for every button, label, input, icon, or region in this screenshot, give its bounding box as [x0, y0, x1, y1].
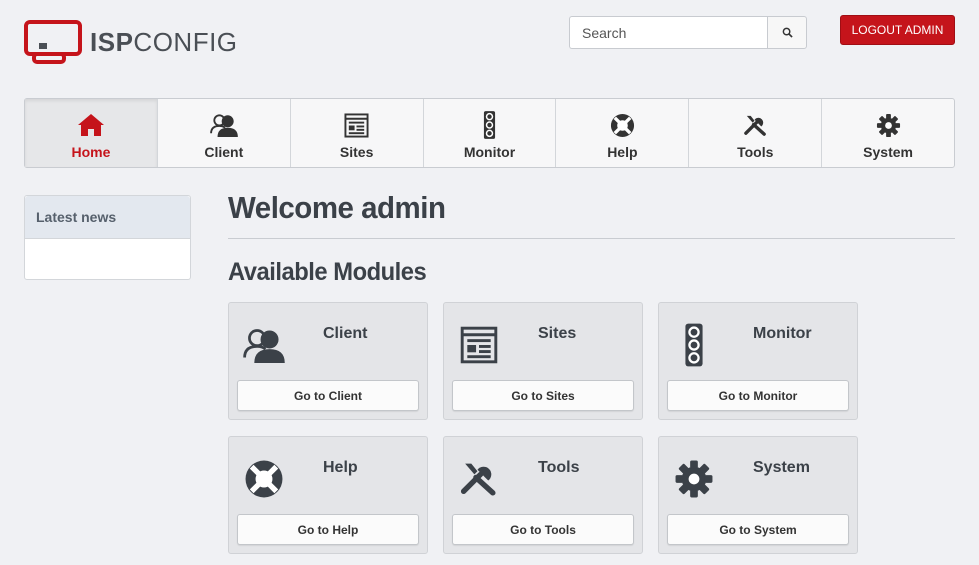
users-icon — [210, 110, 238, 140]
search-button[interactable] — [767, 16, 807, 49]
sidebar-item-latest-news[interactable]: Latest news — [25, 196, 190, 239]
go-to-system-button[interactable]: Go to System — [667, 514, 849, 545]
browser-window-icon — [454, 321, 504, 369]
gear-icon — [669, 455, 719, 503]
traffic-light-icon — [669, 321, 719, 369]
sidebar-news: Latest news — [24, 195, 191, 280]
module-card-sites: Sites Go to Sites — [443, 302, 643, 420]
logo-text: ISPCONFIG — [90, 27, 238, 57]
module-card-monitor: Monitor Go to Monitor — [658, 302, 858, 420]
browser-window-icon — [344, 110, 369, 140]
users-icon — [239, 321, 289, 369]
module-title: System — [753, 459, 810, 476]
module-card-client: Client Go to Client — [228, 302, 428, 420]
go-to-monitor-button[interactable]: Go to Monitor — [667, 380, 849, 411]
nav-tab-help[interactable]: Help — [556, 99, 690, 167]
lifebuoy-icon — [239, 455, 289, 503]
search-icon — [782, 27, 793, 38]
module-title: Client — [323, 325, 368, 342]
module-title: Sites — [538, 325, 577, 342]
search-bar — [569, 16, 807, 49]
section-title: Available Modules — [228, 258, 427, 286]
module-title: Monitor — [753, 325, 812, 342]
go-to-sites-button[interactable]: Go to Sites — [452, 380, 634, 411]
nav-tab-label: Help — [607, 144, 638, 160]
traffic-light-icon — [483, 110, 496, 140]
ispconfig-logo[interactable]: ISPCONFIG — [24, 20, 238, 64]
nav-tab-label: Client — [204, 144, 244, 160]
module-card-help: Help Go to Help — [228, 436, 428, 554]
nav-tab-label: Tools — [737, 144, 774, 160]
go-to-client-button[interactable]: Go to Client — [237, 380, 419, 411]
module-card-system: System Go to System — [658, 436, 858, 554]
title-divider — [228, 238, 955, 239]
nav-tab-monitor[interactable]: Monitor — [424, 99, 557, 167]
lifebuoy-icon — [610, 110, 635, 140]
page-title: Welcome admin — [228, 190, 446, 225]
nav-tab-sites[interactable]: Sites — [291, 99, 424, 167]
go-to-tools-button[interactable]: Go to Tools — [452, 514, 634, 545]
logout-button[interactable]: LOGOUT ADMIN — [840, 15, 955, 45]
module-title: Help — [323, 459, 358, 476]
monitor-logo-icon — [24, 20, 82, 64]
nav-tab-home[interactable]: Home — [25, 99, 158, 167]
search-input[interactable] — [569, 16, 767, 49]
home-icon — [77, 110, 105, 140]
module-title: Tools — [538, 459, 580, 476]
nav-tab-client[interactable]: Client — [158, 99, 291, 167]
main-nav: Home Client Sites Monitor Help Tools Sys… — [24, 98, 955, 168]
gear-icon — [876, 110, 901, 140]
nav-tab-label: Sites — [339, 144, 374, 160]
nav-tab-label: Monitor — [463, 144, 516, 160]
nav-tab-system[interactable]: System — [822, 99, 954, 167]
nav-tab-label: Home — [71, 144, 111, 160]
wrench-screwdriver-icon — [743, 110, 768, 140]
go-to-help-button[interactable]: Go to Help — [237, 514, 419, 545]
module-card-tools: Tools Go to Tools — [443, 436, 643, 554]
nav-tab-tools[interactable]: Tools — [689, 99, 823, 167]
wrench-screwdriver-icon — [454, 455, 504, 503]
nav-tab-label: System — [863, 144, 913, 160]
